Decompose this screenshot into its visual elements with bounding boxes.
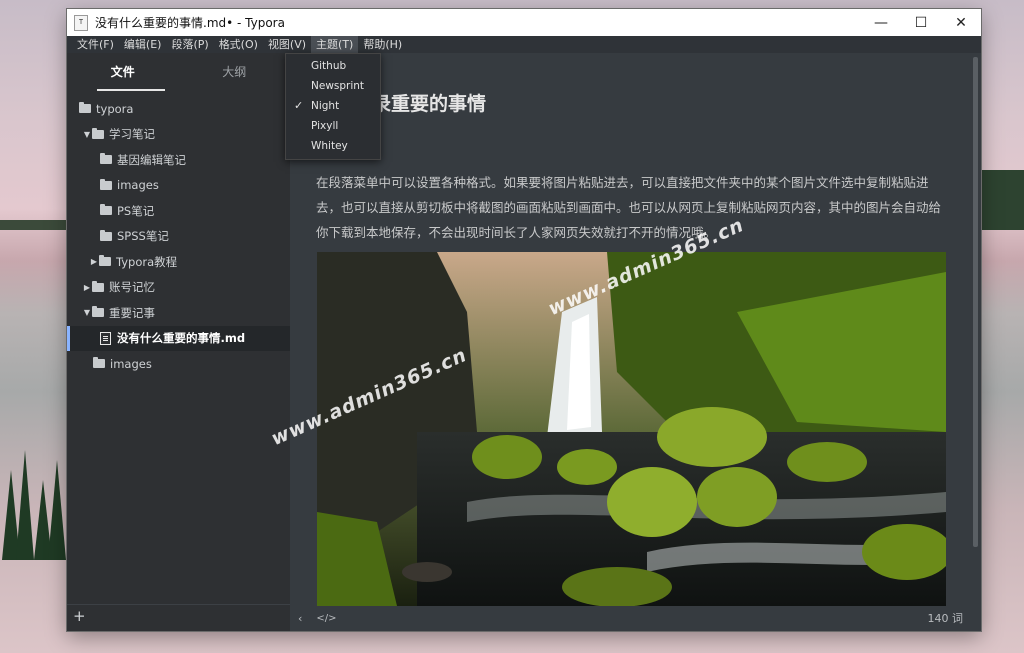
word-count[interactable]: 140 词 bbox=[928, 610, 964, 626]
waterfall-photo-illustration bbox=[317, 252, 946, 606]
editor-scrollbar[interactable] bbox=[973, 57, 978, 547]
tree-item-label: 账号记忆 bbox=[109, 280, 155, 295]
chevron-right-icon[interactable]: ▶ bbox=[89, 257, 99, 266]
document-heading[interactable]: 录重要的事情 bbox=[372, 89, 486, 116]
tab-files[interactable]: 文件 bbox=[67, 53, 179, 93]
tree-item-label: 学习笔记 bbox=[109, 127, 155, 142]
theme-option-github[interactable]: Github bbox=[286, 56, 380, 76]
tree-item-label: Typora教程 bbox=[116, 254, 178, 269]
desktop-wallpaper-right bbox=[981, 160, 1024, 560]
theme-option-label: Whitey bbox=[311, 140, 348, 152]
theme-option-whitey[interactable]: Whitey bbox=[286, 136, 380, 156]
typora-window: T 没有什么重要的事情.md• - Typora — ☐ ✕ 文件(F) 编辑(… bbox=[67, 9, 981, 631]
desktop-wallpaper-left bbox=[0, 100, 68, 560]
title-bar[interactable]: T 没有什么重要的事情.md• - Typora — ☐ ✕ bbox=[67, 9, 981, 36]
folder-icon bbox=[92, 280, 104, 292]
document-paragraph[interactable]: 在段落菜单中可以设置各种格式。如果要将图片粘贴进去，可以直接把文件夹中的某个图片… bbox=[316, 170, 946, 245]
folder-icon bbox=[100, 229, 112, 241]
tree-item-label: 基因编辑笔记 bbox=[117, 152, 186, 167]
theme-option-label: Github bbox=[311, 60, 347, 72]
tree-item-label: images bbox=[110, 356, 152, 371]
folder-icon bbox=[100, 153, 112, 165]
tree-item-spss-notes[interactable]: SPSS笔记 bbox=[67, 224, 290, 250]
menu-bar: 文件(F) 编辑(E) 段落(P) 格式(O) 视图(V) 主题(T) 帮助(H… bbox=[67, 36, 981, 53]
tree-item-typora[interactable]: typora bbox=[67, 96, 290, 122]
menu-help[interactable]: 帮助(H) bbox=[358, 36, 407, 53]
menu-file[interactable]: 文件(F) bbox=[72, 36, 119, 53]
menu-view[interactable]: 视图(V) bbox=[263, 36, 311, 53]
theme-option-night[interactable]: ✓ Night bbox=[286, 96, 380, 116]
folder-icon bbox=[93, 357, 105, 369]
editor-pane[interactable]: 录重要的事情 在段落菜单中可以设置各种格式。如果要将图片粘贴进去，可以直接把文件… bbox=[290, 53, 981, 631]
window-title: 没有什么重要的事情.md• - Typora bbox=[95, 16, 285, 30]
source-code-mode-icon[interactable]: </> bbox=[316, 613, 336, 624]
add-file-button[interactable]: + bbox=[73, 607, 86, 625]
tree-item-gene-editing[interactable]: 基因编辑笔记 bbox=[67, 147, 290, 173]
theme-option-label: Night bbox=[311, 100, 340, 112]
folder-icon bbox=[92, 127, 104, 139]
tree-item-images-2[interactable]: images bbox=[67, 351, 290, 377]
menu-paragraph[interactable]: 段落(P) bbox=[166, 36, 213, 53]
sidebar-footer: + bbox=[67, 604, 290, 631]
tree-item-typora-tutorial[interactable]: ▶ Typora教程 bbox=[67, 249, 290, 275]
theme-option-label: Pixyll bbox=[311, 120, 339, 132]
tree-item-important-notes[interactable]: ▼ 重要记事 bbox=[67, 300, 290, 326]
tree-item-study-notes[interactable]: ▼ 学习笔记 bbox=[67, 122, 290, 148]
tree-item-label: images bbox=[117, 178, 159, 193]
tree-item-ps-notes[interactable]: PS笔记 bbox=[67, 198, 290, 224]
minimize-button[interactable]: — bbox=[861, 9, 901, 36]
tree-item-label: SPSS笔记 bbox=[117, 229, 169, 244]
tree-item-label: typora bbox=[96, 101, 134, 116]
theme-option-newsprint[interactable]: Newsprint bbox=[286, 76, 380, 96]
tree-item-account-memory[interactable]: ▶ 账号记忆 bbox=[67, 275, 290, 301]
status-bar: ‹ </> 140 词 bbox=[290, 605, 981, 631]
sidebar-tabs: 文件 大纲 bbox=[67, 53, 290, 93]
tree-item-current-file[interactable]: 没有什么重要的事情.md bbox=[67, 325, 290, 351]
file-sidebar: 文件 大纲 typora ▼ 学习笔记 基因编辑笔记 images PS笔记 S… bbox=[67, 53, 290, 631]
tab-outline[interactable]: 大纲 bbox=[179, 53, 291, 93]
file-tree: typora ▼ 学习笔记 基因编辑笔记 images PS笔记 SPSS笔记 … bbox=[67, 93, 290, 377]
folder-icon bbox=[100, 178, 112, 190]
waterfall-image[interactable] bbox=[317, 252, 946, 606]
chevron-right-icon[interactable]: ▶ bbox=[82, 283, 92, 292]
typora-app-icon: T bbox=[74, 14, 88, 31]
chevron-down-icon[interactable]: ▼ bbox=[82, 130, 92, 139]
folder-icon bbox=[99, 255, 111, 267]
menu-format[interactable]: 格式(O) bbox=[214, 36, 263, 53]
tree-item-label: PS笔记 bbox=[117, 203, 155, 218]
menu-theme[interactable]: 主题(T) bbox=[311, 36, 359, 53]
folder-icon bbox=[92, 306, 104, 318]
menu-edit[interactable]: 编辑(E) bbox=[119, 36, 167, 53]
tree-item-label: 重要记事 bbox=[109, 305, 155, 320]
toggle-sidebar-icon[interactable]: ‹ bbox=[298, 612, 302, 625]
file-icon bbox=[100, 331, 111, 345]
tree-item-images-1[interactable]: images bbox=[67, 173, 290, 199]
theme-option-label: Newsprint bbox=[311, 80, 365, 92]
folder-icon bbox=[79, 102, 91, 114]
tree-item-label: 没有什么重要的事情.md bbox=[117, 331, 246, 346]
active-tab-indicator bbox=[97, 89, 165, 91]
close-button[interactable]: ✕ bbox=[941, 9, 981, 36]
theme-option-pixyll[interactable]: Pixyll bbox=[286, 116, 380, 136]
maximize-button[interactable]: ☐ bbox=[901, 9, 941, 36]
checkmark-icon: ✓ bbox=[294, 99, 304, 112]
folder-icon bbox=[100, 204, 112, 216]
theme-dropdown-menu: Github Newsprint ✓ Night Pixyll Whitey bbox=[285, 53, 381, 160]
chevron-down-icon[interactable]: ▼ bbox=[82, 308, 92, 317]
